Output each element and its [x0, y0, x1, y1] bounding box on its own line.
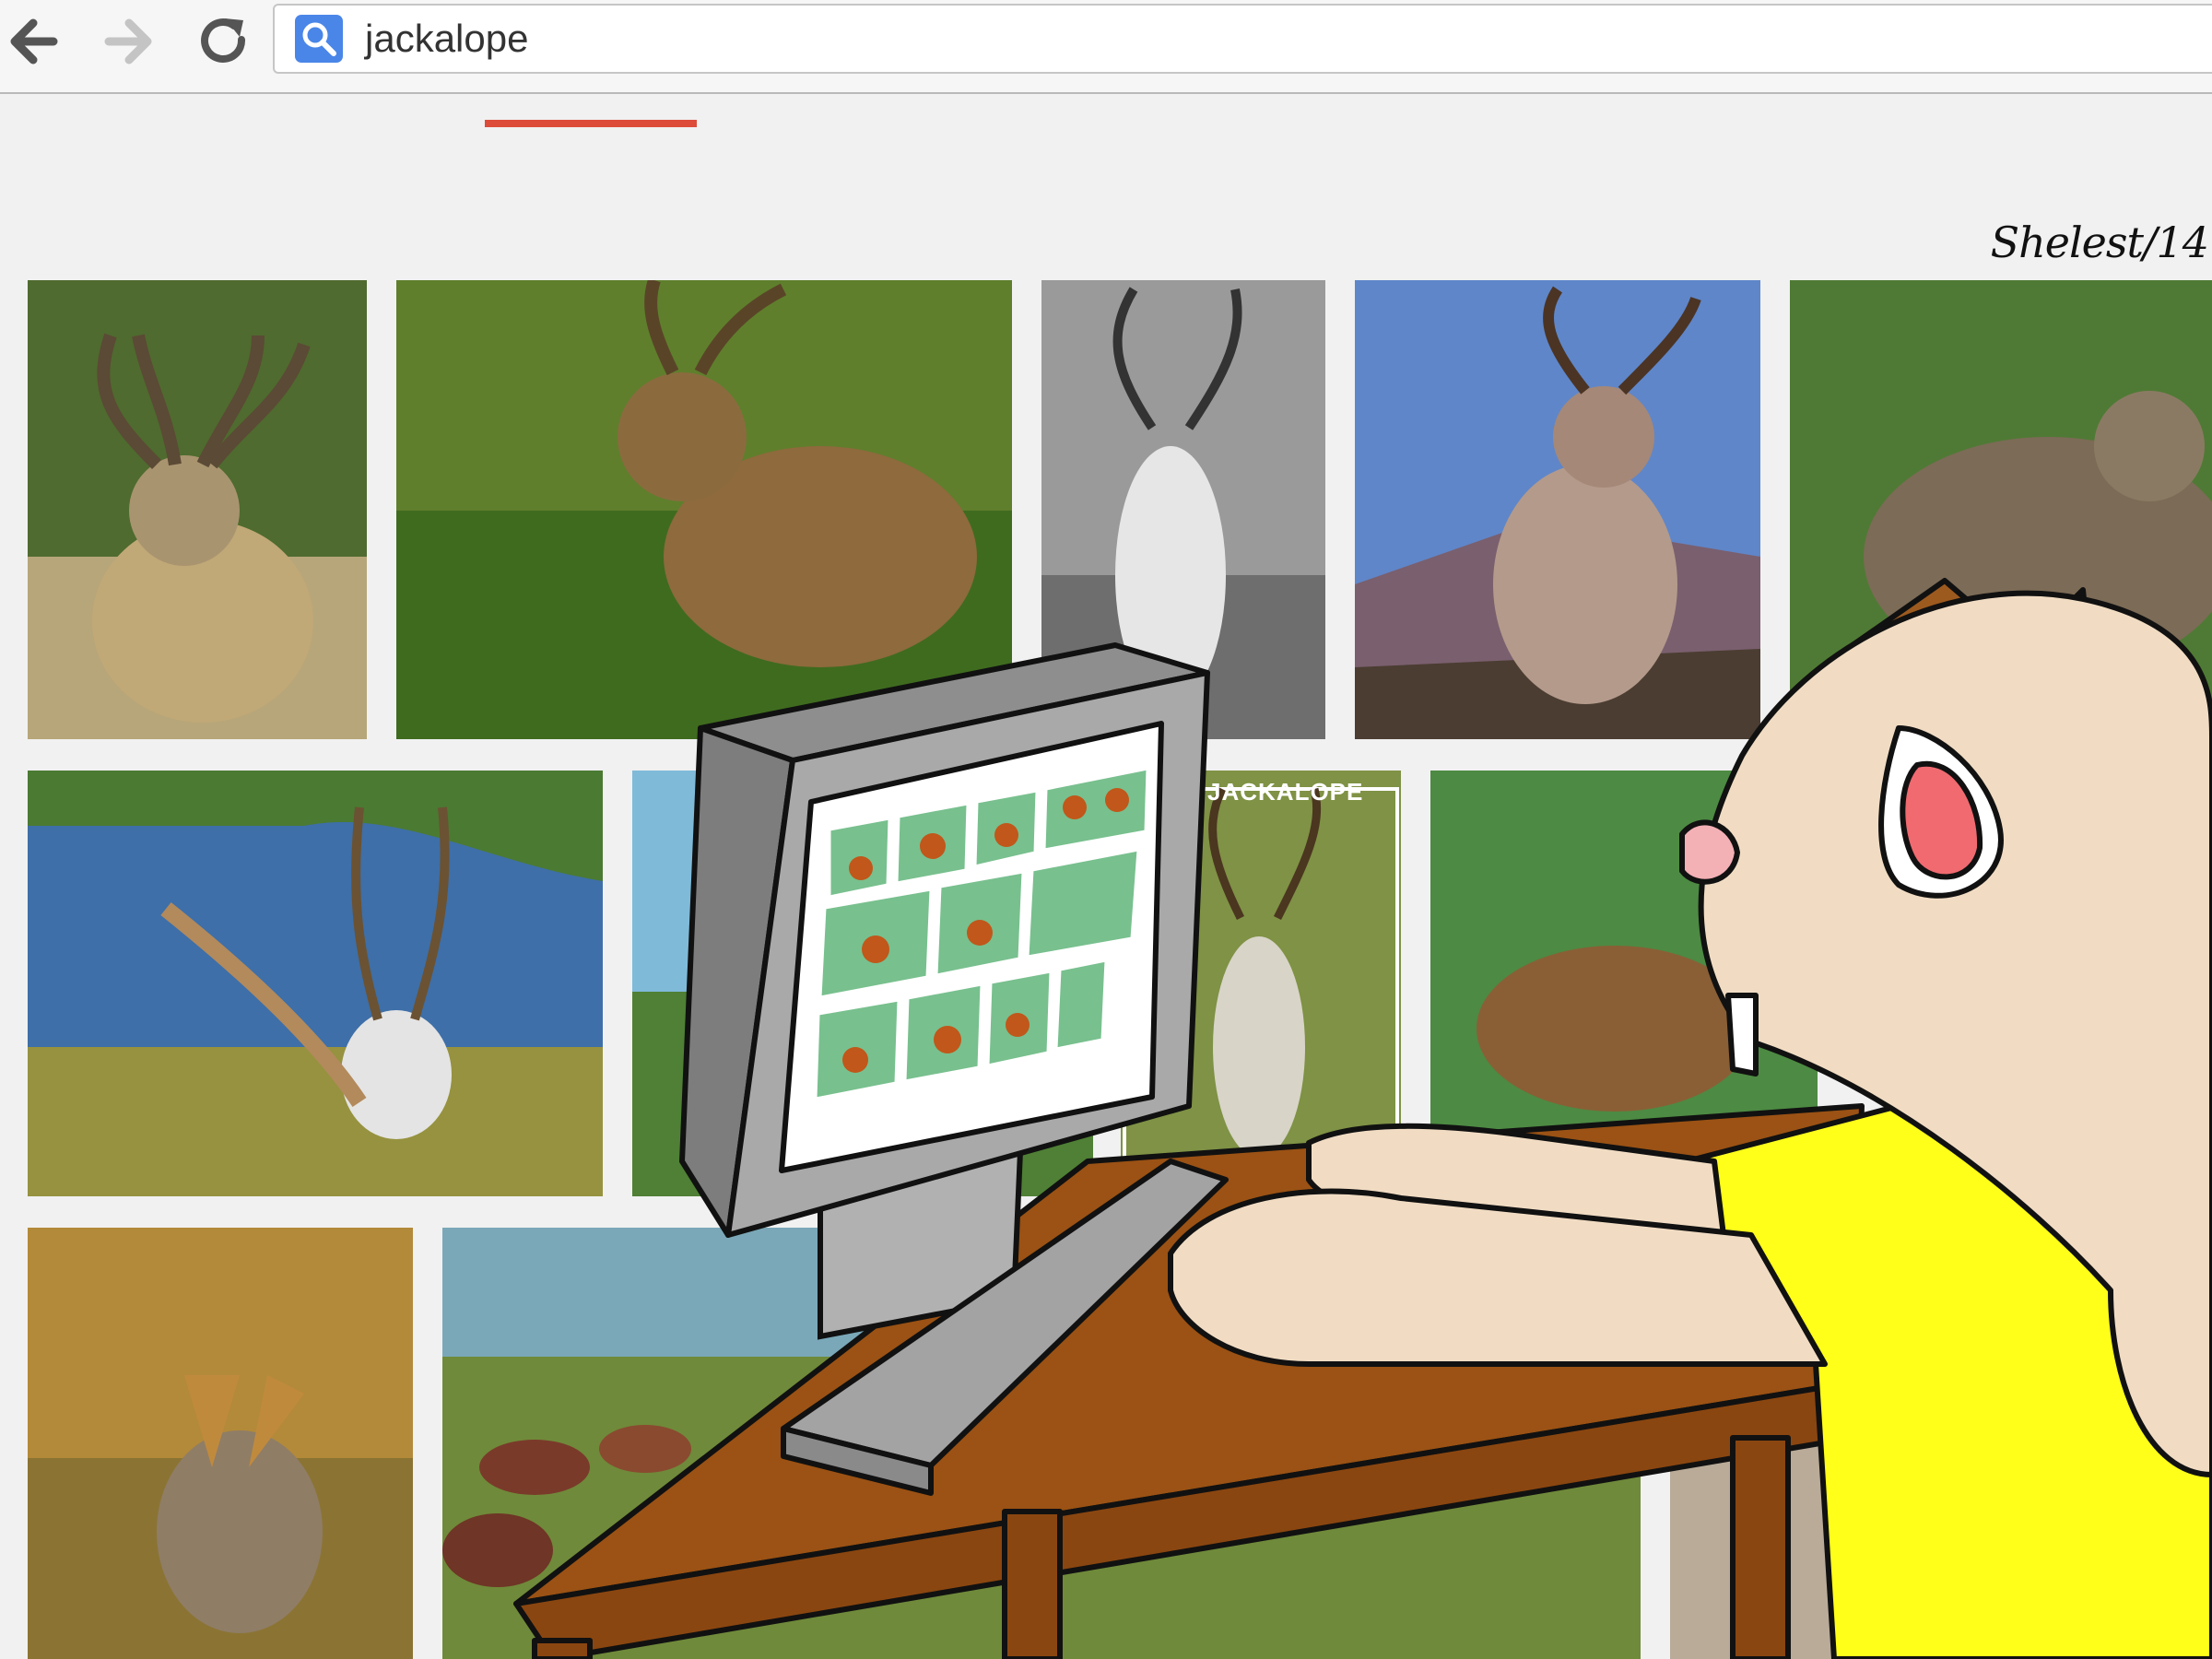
browser-toolbar: jackalope: [0, 0, 2212, 94]
result-image-9[interactable]: [1430, 771, 1818, 1196]
result-image-11[interactable]: [442, 1228, 1641, 1659]
back-button[interactable]: [2, 9, 66, 74]
result-image-6[interactable]: [28, 771, 603, 1196]
result-image-5[interactable]: [1790, 280, 2212, 739]
postcard-label: JACKALOPE: [1207, 778, 1364, 806]
forward-button[interactable]: [96, 9, 160, 74]
artist-signature: Shelest/14: [1990, 218, 2209, 267]
active-tab-indicator[interactable]: [485, 120, 697, 127]
address-bar-text[interactable]: jackalope: [365, 17, 528, 61]
address-bar[interactable]: jackalope: [273, 4, 2212, 74]
result-image-2[interactable]: [396, 280, 1012, 739]
result-image-4[interactable]: [1355, 280, 1760, 739]
search-icon: [295, 15, 343, 63]
result-image-3[interactable]: [1041, 280, 1325, 739]
result-image-8[interactable]: JACKALOPE: [1121, 771, 1401, 1196]
reload-button[interactable]: [192, 9, 256, 74]
result-image-12[interactable]: [1670, 1228, 2212, 1659]
result-image-10[interactable]: [28, 1228, 413, 1659]
result-image-7[interactable]: [632, 771, 1093, 1196]
result-image-1[interactable]: [28, 280, 367, 739]
